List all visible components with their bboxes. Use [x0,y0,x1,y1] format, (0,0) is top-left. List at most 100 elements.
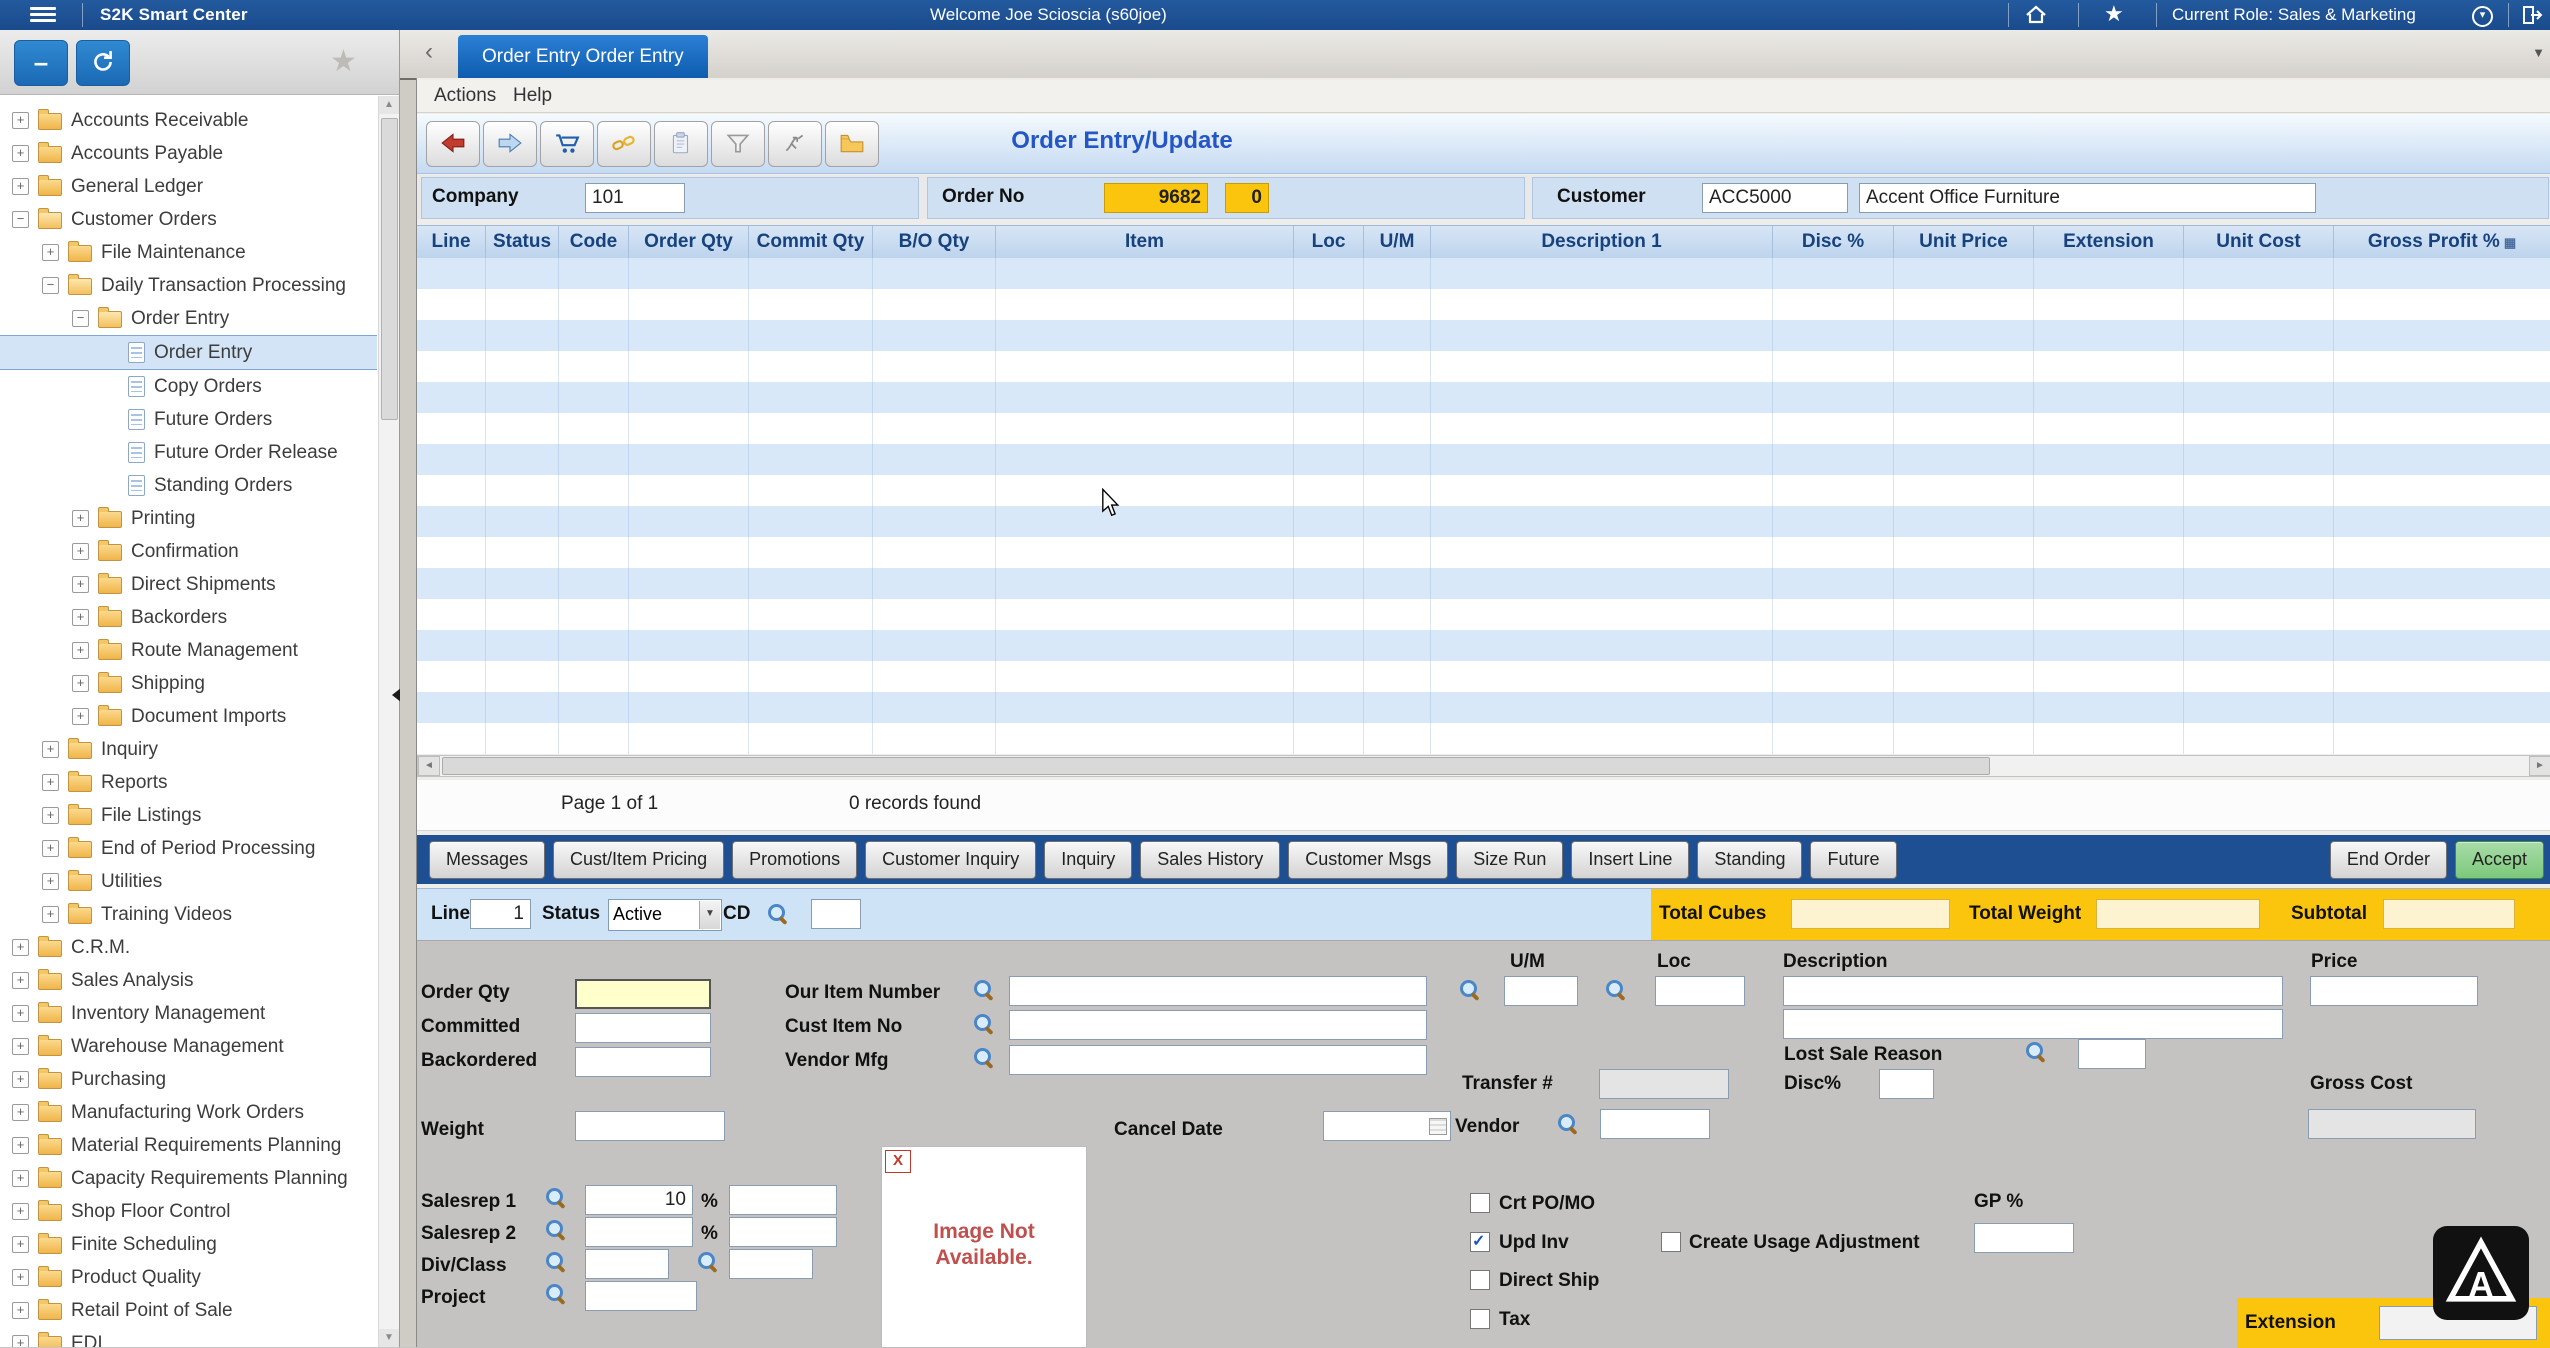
scrollbar-thumb[interactable] [442,757,1990,775]
grid-cell[interactable] [1431,351,1773,382]
expand-icon[interactable]: + [42,807,59,824]
grid-cell[interactable] [486,692,559,723]
scroll-left-icon[interactable]: ◄ [418,756,440,776]
grid-cell[interactable] [749,444,873,475]
grid-cell[interactable] [1294,692,1364,723]
grid-cell[interactable] [1431,320,1773,351]
tree-item-shop-floor-control[interactable]: +Shop Floor Control [0,1195,377,1228]
grid-cell[interactable] [559,537,629,568]
grid-cell[interactable] [873,506,996,537]
grid-cell[interactable] [629,537,749,568]
expand-icon[interactable]: + [12,1071,29,1088]
grid-cell[interactable] [996,537,1294,568]
grid-cell[interactable] [559,692,629,723]
grid-cell[interactable] [2034,382,2184,413]
weight-field[interactable] [575,1111,725,1141]
tree-item-customer-orders[interactable]: −Customer Orders [0,203,377,236]
expand-icon[interactable]: + [42,741,59,758]
grid-settings-icon[interactable]: ▦ [2504,235,2516,250]
grid-cell[interactable] [2334,537,2550,568]
grid-cell[interactable] [996,723,1294,754]
tree-item-backorders[interactable]: +Backorders [0,601,377,634]
forward-icon[interactable] [483,121,537,167]
grid-cell[interactable] [996,258,1294,289]
grid-cell[interactable] [1773,599,1894,630]
grid-cell[interactable] [2334,444,2550,475]
line-number-field[interactable]: 1 [470,899,531,929]
tree-item-file-maintenance[interactable]: +File Maintenance [0,236,377,269]
grid-cell[interactable] [1431,444,1773,475]
grid-cell[interactable] [1773,258,1894,289]
grid-cell[interactable] [1894,661,2034,692]
grid-cell[interactable] [1773,568,1894,599]
grid-cell[interactable] [629,475,749,506]
grid-cell[interactable] [1294,413,1364,444]
grid-cell[interactable] [873,382,996,413]
grid-cell[interactable] [417,537,486,568]
disc-field[interactable] [1879,1069,1934,1099]
grid-cell[interactable] [1364,413,1431,444]
expand-icon[interactable]: + [12,145,29,162]
expand-icon[interactable]: + [42,774,59,791]
standing-button[interactable]: Standing [1697,841,1802,879]
grid-cell[interactable] [873,599,996,630]
paste-icon[interactable] [654,121,708,167]
customer-msgs-button[interactable]: Customer Msgs [1288,841,1448,879]
grid-cell[interactable] [2034,289,2184,320]
role-dropdown-icon[interactable]: ▾ [2472,6,2493,27]
grid-cell[interactable] [2034,444,2184,475]
column-header-status[interactable]: Status [486,226,559,259]
grid-cell[interactable] [1294,444,1364,475]
future-button[interactable]: Future [1810,841,1896,879]
grid-cell[interactable] [1364,599,1431,630]
grid-cell[interactable] [1894,506,2034,537]
grid-row[interactable] [417,320,2550,351]
grid-cell[interactable] [1364,661,1431,692]
order-no-suffix-field[interactable]: 0 [1225,183,1269,213]
grid-cell[interactable] [1773,475,1894,506]
order-no-field[interactable]: 9682 [1104,183,1208,213]
column-header-extension[interactable]: Extension [2034,226,2184,259]
grid-cell[interactable] [2334,630,2550,661]
grid-cell[interactable] [1894,723,2034,754]
expand-icon[interactable]: + [72,708,89,725]
grid-cell[interactable] [2184,630,2334,661]
grid-cell[interactable] [749,692,873,723]
our-item-search-icon[interactable] [973,979,995,1001]
grid-cell[interactable] [2034,351,2184,382]
backordered-field[interactable] [575,1047,711,1077]
expand-icon[interactable]: + [12,1104,29,1121]
grid-cell[interactable] [2184,661,2334,692]
grid-cell[interactable] [1894,444,2034,475]
filter-icon[interactable] [711,121,765,167]
grid-cell[interactable] [996,382,1294,413]
total-cubes-field[interactable] [1791,899,1950,929]
grid-cell[interactable] [2184,258,2334,289]
chevron-down-icon[interactable]: ▼ [699,901,720,929]
grid-cell[interactable] [1294,630,1364,661]
grid-cell[interactable] [2184,568,2334,599]
expand-icon[interactable]: + [12,1335,29,1347]
expand-icon[interactable]: + [12,1038,29,1055]
column-header-disc-[interactable]: Disc % [1773,226,1894,259]
grid-cell[interactable] [1773,351,1894,382]
grid-cell[interactable] [996,630,1294,661]
grid-cell[interactable] [417,289,486,320]
grid-cell[interactable] [1773,413,1894,444]
expand-icon[interactable]: + [12,178,29,195]
grid-cell[interactable] [1894,258,2034,289]
grid-cell[interactable] [1294,661,1364,692]
grid-cell[interactable] [559,444,629,475]
grid-row[interactable] [417,413,2550,444]
grid-cell[interactable] [2034,537,2184,568]
upd-inv-checkbox[interactable] [1470,1232,1490,1252]
create-usage-checkbox[interactable] [1661,1232,1681,1252]
grid-cell[interactable] [2184,444,2334,475]
grid-cell[interactable] [2184,537,2334,568]
salesrep1-search-icon[interactable] [545,1187,567,1209]
grid-cell[interactable] [1894,599,2034,630]
grid-cell[interactable] [2334,320,2550,351]
expand-icon[interactable]: + [72,576,89,593]
link-icon[interactable] [597,121,651,167]
grid-cell[interactable] [559,599,629,630]
